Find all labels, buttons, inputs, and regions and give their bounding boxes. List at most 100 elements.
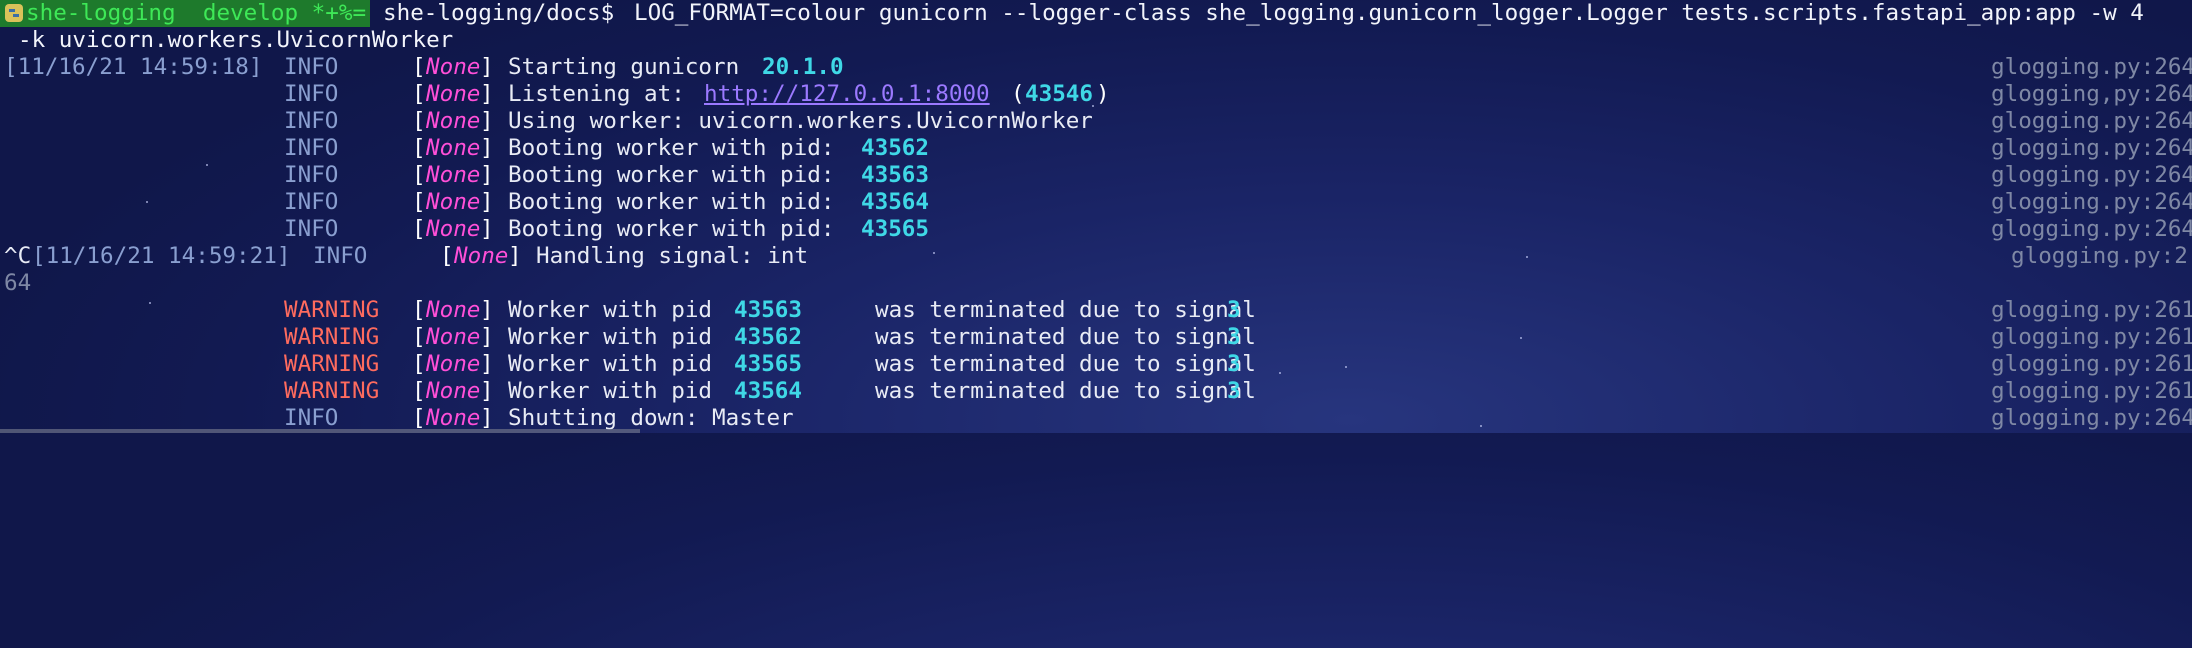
log-message-tail: was terminated due to signal	[875, 351, 1256, 377]
log-row: INFO [ None ] Booting worker with pid: 4…	[0, 162, 2192, 189]
log-file-reference: glogging.py:264	[1991, 405, 2192, 431]
logger-name: None	[426, 108, 481, 134]
bracket-open: [	[412, 162, 426, 188]
log-level: INFO	[284, 54, 339, 80]
log-row: WARNING [ None ] Worker with pid 43563 w…	[0, 297, 2192, 324]
log-row: [11/16/21 14:59:18] INFO [ None ] Starti…	[0, 54, 2192, 81]
log-row-wrap: 64	[0, 270, 31, 297]
log-file-reference-wrap: 64	[4, 270, 32, 296]
log-file-reference: glogging.py:264	[1991, 108, 2192, 134]
version-number: 20.1.0	[762, 54, 844, 80]
signal-number: 3	[1227, 324, 1241, 350]
log-message: Booting worker with pid:	[508, 216, 835, 242]
log-file-reference: glogging.py:264	[1991, 162, 2192, 188]
command-line-wrap: -k uvicorn.workers.UvicornWorker	[0, 27, 453, 54]
logger-name: None	[426, 54, 481, 80]
bracket-close: ]	[480, 135, 494, 161]
bracket-open: [	[440, 243, 454, 269]
signal-number: 3	[1227, 297, 1241, 323]
logger-name: None	[454, 243, 509, 269]
log-row: WARNING [ None ] Worker with pid 43562 w…	[0, 324, 2192, 351]
log-file-reference: glogging,py:264	[1991, 81, 2192, 107]
log-row: WARNING [ None ] Worker with pid 43565 w…	[0, 351, 2192, 378]
log-level: INFO	[284, 405, 339, 431]
bracket-close: ]	[480, 297, 494, 323]
bracket-close: ]	[480, 378, 494, 404]
log-file-reference: glogging.py:261	[1991, 351, 2192, 377]
log-level: INFO	[313, 243, 368, 269]
log-row: INFO [ None ] Booting worker with pid: 4…	[0, 135, 2192, 162]
log-level: INFO	[284, 216, 339, 242]
logger-name: None	[426, 405, 481, 431]
log-level-warning: WARNING	[284, 324, 380, 350]
worker-pid: 43565	[861, 216, 930, 242]
log-row: INFO [ None ] Booting worker with pid: 4…	[0, 216, 2192, 243]
prompt-line: she-logging develop *+%= she-logging/doc…	[0, 0, 2192, 27]
log-row: INFO [ None ] Booting worker with pid: 4…	[0, 189, 2192, 216]
log-row: WARNING [ None ] Worker with pid 43564 w…	[0, 378, 2192, 405]
prompt-cwd: she-logging/docs$	[383, 0, 615, 26]
bracket-close: ]	[480, 108, 494, 134]
log-message: Starting gunicorn	[508, 54, 740, 80]
log-message: Worker with pid	[508, 378, 713, 404]
log-level: INFO	[284, 108, 339, 134]
master-pid: 43546	[1025, 81, 1094, 107]
bracket-open: [	[412, 81, 426, 107]
log-message-tail: was terminated due to signal	[875, 324, 1256, 350]
log-level: INFO	[284, 81, 339, 107]
worker-pid: 43564	[861, 189, 930, 215]
bracket-open: [	[412, 378, 426, 404]
bracket-open: [	[412, 54, 426, 80]
worker-pid: 43564	[734, 378, 803, 404]
log-message: Booting worker with pid:	[508, 135, 835, 161]
log-row: INFO [ None ] Listening at: http://127.0…	[0, 81, 2192, 108]
log-file-reference: glogging.py:264	[1991, 189, 2192, 215]
signal-number: 3	[1227, 378, 1241, 404]
bracket-close: ]	[480, 216, 494, 242]
signal-number: 3	[1227, 351, 1241, 377]
logger-name: None	[426, 81, 481, 107]
log-level: INFO	[284, 162, 339, 188]
command-text-line1: LOG_FORMAT=colour gunicorn --logger-clas…	[634, 0, 2144, 26]
log-row: INFO [ None ] Using worker: uvicorn.work…	[0, 108, 2192, 135]
logger-name: None	[426, 351, 481, 377]
log-message-tail: was terminated due to signal	[875, 378, 1256, 404]
bracket-open: [	[412, 135, 426, 161]
log-level-warning: WARNING	[284, 378, 380, 404]
log-file-reference: glogging.py:261	[1991, 378, 2192, 404]
bracket-open: [	[412, 189, 426, 215]
log-timestamp: [11/16/21 14:59:18]	[4, 54, 263, 80]
logger-name: None	[426, 378, 481, 404]
log-message: Booting worker with pid:	[508, 162, 835, 188]
bracket-open: [	[412, 297, 426, 323]
bracket-close: ]	[480, 405, 494, 431]
bracket-open: [	[412, 351, 426, 377]
bracket-close: ]	[480, 54, 494, 80]
bracket-close: ]	[480, 162, 494, 188]
log-row: ^C [11/16/21 14:59:21] INFO [ None ] Han…	[0, 243, 2192, 270]
worker-pid: 43563	[861, 162, 930, 188]
log-message: Worker with pid	[508, 297, 713, 323]
log-file-reference: glogging.py:264	[1991, 135, 2192, 161]
horizontal-scrollbar[interactable]	[0, 429, 640, 433]
prompt-branch-label: develop *+%=	[202, 0, 367, 26]
listen-url-link[interactable]: http://127.0.0.1:8000	[704, 81, 990, 108]
log-message: Worker with pid	[508, 324, 713, 350]
logger-name: None	[426, 297, 481, 323]
log-message: Worker with pid	[508, 351, 713, 377]
bracket-close: ]	[480, 324, 494, 350]
log-timestamp: [11/16/21 14:59:21]	[32, 243, 291, 269]
bracket-close: ]	[480, 351, 494, 377]
prompt-env-badge: she-logging develop *+%=	[0, 0, 371, 27]
log-file-reference: glogging.py:261	[1991, 297, 2192, 323]
log-level-warning: WARNING	[284, 351, 380, 377]
bracket-open: [	[412, 108, 426, 134]
paren-open: (	[1011, 81, 1025, 107]
logger-name: None	[426, 189, 481, 215]
prompt-env-label: she-logging	[26, 0, 176, 26]
bracket-close: ]	[508, 243, 522, 269]
logger-name: None	[426, 324, 481, 350]
log-file-reference: glogging.py:261	[1991, 324, 2192, 350]
worker-pid: 43563	[734, 297, 803, 323]
paren-close: )	[1096, 81, 1110, 107]
